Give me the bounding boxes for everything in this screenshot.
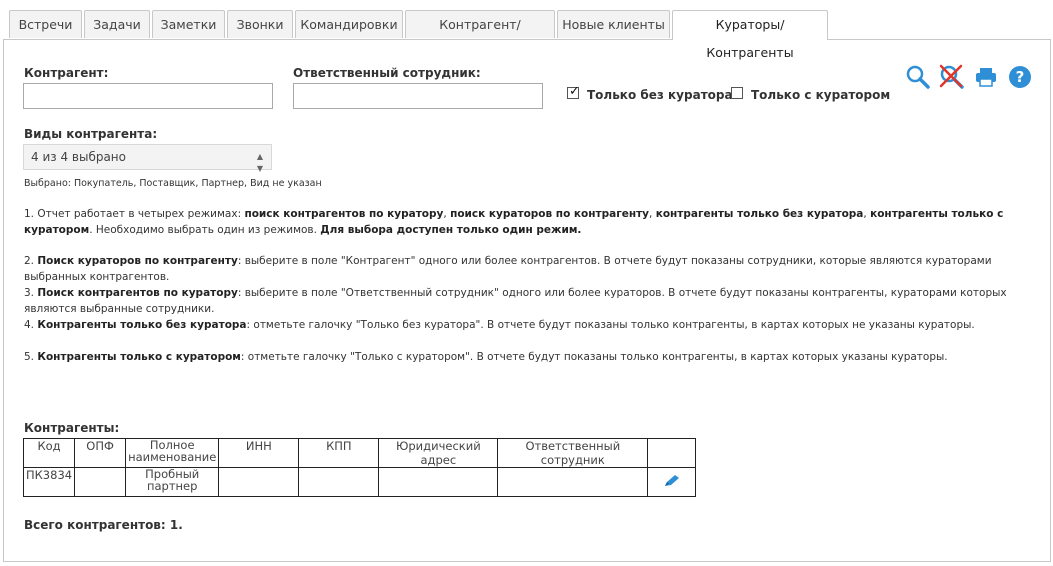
only-with-curator-label: Только с куратором <box>751 88 891 102</box>
help-paragraph-3: 3. Поиск контрагентов по куратору: выбер… <box>24 287 1007 315</box>
help-paragraph-5: 5. Контрагенты только с куратором: отмет… <box>24 351 948 363</box>
tab-business-trips[interactable]: Командировки <box>295 10 403 38</box>
column-header <box>647 438 697 468</box>
results-title: Контрагенты: <box>24 421 120 435</box>
edit-cell <box>647 467 697 497</box>
column-header: ИНН <box>218 438 300 468</box>
clear-search-icon[interactable] <box>939 64 965 90</box>
results-table: Код ОПФ Полное наименование ИНН КПП Юрид… <box>22 438 697 497</box>
column-header: КПП <box>298 438 380 468</box>
tab-meetings[interactable]: Встречи <box>9 10 82 38</box>
tab-notes[interactable]: Заметки <box>152 10 225 38</box>
checkmark-icon: ✓ <box>569 84 580 99</box>
table-row: ПК3834 Пробный партнер <box>22 467 697 497</box>
help-paragraph-2: 2. Поиск кураторов по контрагенту: выбер… <box>24 255 992 283</box>
kpp-cell <box>298 467 380 497</box>
print-icon[interactable] <box>973 64 999 90</box>
types-label: Виды контрагента: <box>24 127 158 141</box>
name-cell[interactable]: Пробный партнер <box>125 467 220 497</box>
column-header: Ответственный сотрудник <box>497 438 649 468</box>
counterparty-input[interactable] <box>23 83 273 109</box>
column-header: Код <box>22 438 76 468</box>
sort-arrows-icon: ▲ ▼ <box>256 152 263 173</box>
only-without-curator-label: Только без куратора <box>587 88 733 102</box>
tab-counterparty-employee[interactable]: Контрагент/сотрудник <box>405 10 555 60</box>
column-header: Полное наименование <box>125 438 220 468</box>
address-cell <box>378 467 499 497</box>
column-header: Юридический адрес <box>378 438 499 468</box>
edit-pencil-icon[interactable] <box>663 474 681 491</box>
help-paragraph-1: 1. Отчет работает в четырех режимах: пои… <box>24 208 1004 236</box>
search-icon[interactable] <box>905 64 931 90</box>
column-header: ОПФ <box>74 438 127 468</box>
help-icon[interactable]: ? <box>1007 64 1033 90</box>
svg-text:?: ? <box>1016 68 1025 86</box>
tab-calls[interactable]: Звонки <box>227 10 293 38</box>
only-without-curator-checkbox[interactable]: ✓ <box>567 84 580 99</box>
opf-cell <box>74 467 127 497</box>
table-header-row: Код ОПФ Полное наименование ИНН КПП Юрид… <box>22 438 697 468</box>
employee-cell <box>497 467 649 497</box>
counterparty-types-select[interactable]: 4 из 4 выбрано ▲ ▼ <box>23 144 272 173</box>
counterparty-label: Контрагент: <box>24 66 109 80</box>
selected-types-note: Выбрано: Покупатель, Поставщик, Партнер,… <box>24 178 322 189</box>
employee-label: Ответственный сотрудник: <box>293 66 481 80</box>
tab-tasks[interactable]: Задачи <box>84 10 150 38</box>
code-cell: ПК3834 <box>22 467 76 497</box>
tab-curators-counterparties[interactable]: Кураторы/Контрагенты <box>672 10 828 60</box>
tab-new-clients[interactable]: Новые клиенты <box>557 10 670 38</box>
types-selected-value: 4 из 4 выбрано <box>31 150 126 164</box>
only-with-curator-checkbox[interactable] <box>731 87 743 99</box>
help-paragraph-4: 4. Контрагенты только без куратора: отме… <box>24 319 975 331</box>
inn-cell <box>218 467 300 497</box>
employee-input[interactable] <box>293 83 543 109</box>
total-count: Всего контрагентов: 1. <box>24 518 183 532</box>
